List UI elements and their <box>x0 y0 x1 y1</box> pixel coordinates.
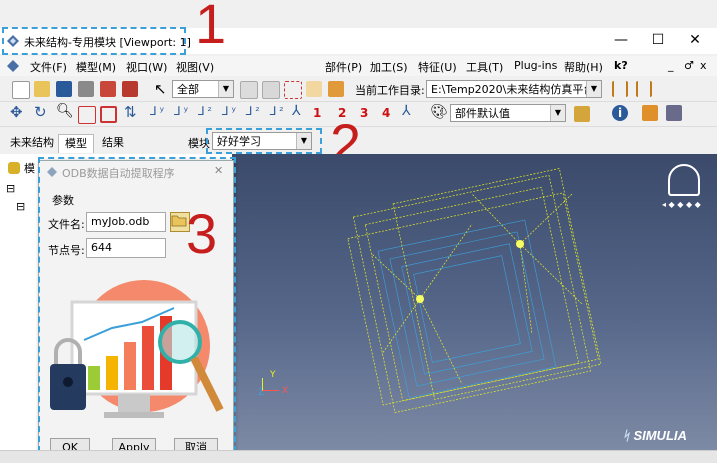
menu-tools[interactable]: 工具(T) <box>466 59 503 75</box>
selection-filter-value: 全部 <box>177 83 199 96</box>
minimize-button[interactable]: — <box>606 30 636 50</box>
simulia-logo: ᛋ SIMULIA <box>622 428 687 443</box>
new-file-icon[interactable] <box>12 81 30 99</box>
tree-expand-icon[interactable]: ⊟ <box>16 200 25 213</box>
menu-file[interactable]: 文件(F) <box>30 59 67 75</box>
analytics-illustration <box>50 280 224 418</box>
select-dots-icon[interactable] <box>306 81 322 97</box>
pan-icon[interactable]: ✥ <box>10 103 23 121</box>
save-icon[interactable] <box>56 81 72 97</box>
workdir-select[interactable]: E:\Temp2020\未来结构仿真平台 ▼ <box>426 80 602 98</box>
drag-box-icon[interactable] <box>284 81 302 99</box>
workdir-value: E:\Temp2020\未来结构仿真平台 <box>431 83 595 96</box>
simulia-brand: SIMULIA <box>633 428 687 443</box>
tab-model[interactable]: 模型 <box>58 134 94 153</box>
triad-icon <box>262 378 279 391</box>
menu-feature[interactable]: 特征(U) <box>418 59 457 75</box>
illustration-keyhole <box>63 377 73 387</box>
cycle-views-icon[interactable]: ⇅ <box>124 103 137 121</box>
query-icon[interactable] <box>642 105 658 121</box>
view-number-4[interactable]: 4 <box>382 106 390 120</box>
triad-axis-x: X <box>282 386 289 396</box>
illustration-magnifier <box>158 320 202 364</box>
zoom-icon[interactable]: 🔍︎ <box>56 103 74 119</box>
chevron-down-icon: ▼ <box>586 81 601 97</box>
view-number-3[interactable]: 3 <box>360 106 368 120</box>
view-cube-icon[interactable] <box>668 164 700 196</box>
copy-shape-icon[interactable] <box>262 81 280 99</box>
mdi-minimize-icon[interactable]: _ <box>668 59 674 72</box>
database-icon[interactable] <box>100 81 116 97</box>
selection-filter-select[interactable]: 全部 ▼ <box>172 80 234 98</box>
mesh-node-center-right <box>516 240 524 248</box>
menu-app-icon[interactable] <box>6 59 20 73</box>
tab-future-structure[interactable]: 未来结构 <box>4 134 60 152</box>
maximize-button[interactable]: ☐ <box>643 30 673 50</box>
menu-whats-this[interactable]: k? <box>614 59 628 72</box>
iso-view-icon[interactable]: ⅄ <box>292 103 301 119</box>
workdir-label: 当前工作目录: <box>355 84 425 97</box>
status-bar <box>0 450 717 463</box>
menu-help[interactable]: 帮助(H) <box>564 59 603 75</box>
wireframe-mesh <box>347 168 602 414</box>
highlight-box-1 <box>2 27 186 55</box>
annotation-number-3: 3 <box>186 202 218 265</box>
view-csys-icons[interactable]: ⅃ʸ ⅃ʸ ⅃ᶻ ⅃ʸ ⅃ᶻ ⅃ᶻ <box>150 104 287 118</box>
menu-view[interactable]: 视图(V) <box>176 59 214 75</box>
render-style-icon[interactable] <box>574 106 590 122</box>
simulia-logo-icon: ᛋ <box>622 428 630 443</box>
illustration-bar-1 <box>88 366 100 390</box>
part-default-value: 部件默认值 <box>455 107 510 120</box>
illustration-monitor-base <box>104 412 164 418</box>
mdi-restore-icon[interactable]: ♂ <box>684 59 694 72</box>
tree-db-icon <box>8 162 20 174</box>
menu-model[interactable]: 模型(M) <box>76 59 116 75</box>
part-box-icon[interactable] <box>328 81 344 97</box>
print-icon[interactable] <box>78 81 94 97</box>
database-stack-icon[interactable] <box>122 81 138 97</box>
mesh-blue-core <box>377 219 557 399</box>
chevron-down-icon: ▼ <box>550 105 565 121</box>
tree-root-label[interactable]: 模 <box>24 160 35 176</box>
info-icon[interactable]: i <box>612 105 628 121</box>
fit-view-icon[interactable] <box>100 106 117 123</box>
close-button[interactable]: ✕ <box>680 30 710 50</box>
annotation-number-1: 1 <box>195 0 227 55</box>
box-zoom-icon[interactable] <box>78 106 96 124</box>
menu-process[interactable]: 加工(S) <box>370 59 408 75</box>
select-region-icon[interactable] <box>240 81 258 99</box>
part-default-select[interactable]: 部件默认值 ▼ <box>450 104 566 122</box>
table-icon[interactable] <box>666 105 682 121</box>
menu-part[interactable]: 部件(P) <box>325 59 362 75</box>
ladder-alt-icon[interactable] <box>636 81 652 97</box>
tab-results[interactable]: 结果 <box>96 134 130 152</box>
chevron-down-icon: ▼ <box>218 81 233 97</box>
mesh-node-center-left <box>416 295 424 303</box>
highlight-box-2 <box>206 128 322 154</box>
ladder-icon[interactable] <box>612 81 628 97</box>
mesh-yellow-shell <box>347 168 602 414</box>
menu-viewport[interactable]: 视口(W) <box>126 59 167 75</box>
tree-expand-icon[interactable]: ⊟ <box>6 182 15 195</box>
palette-icon[interactable]: 🎨︎ <box>430 104 448 120</box>
illustration-bar-2 <box>106 356 118 390</box>
select-arrow-icon[interactable]: ↖ <box>154 80 167 98</box>
illustration-monitor-stand <box>118 394 150 412</box>
menu-plugins[interactable]: Plug-ins <box>514 59 557 72</box>
illustration-bar-3 <box>124 342 136 390</box>
view-number-1[interactable]: 1 <box>313 106 321 120</box>
iso-view-alt-icon[interactable]: ⅄ <box>402 103 411 119</box>
rotate-icon[interactable]: ↻ <box>34 103 47 121</box>
mdi-close-icon[interactable]: x <box>700 59 707 72</box>
view-controls-icons[interactable]: ◂ ◆ ◆ ◆ ◆ <box>662 200 701 209</box>
illustration-bar-4 <box>142 326 154 390</box>
open-folder-icon[interactable] <box>34 81 50 97</box>
